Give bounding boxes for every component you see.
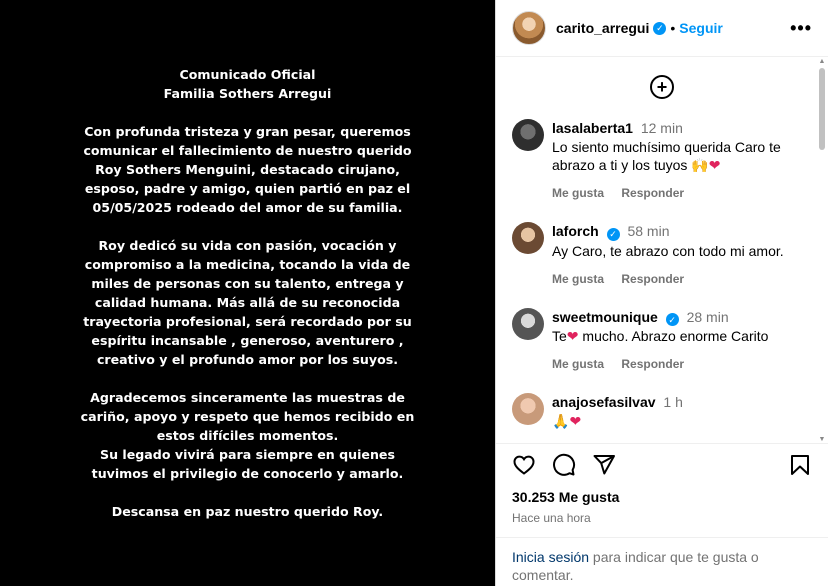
commenter-avatar[interactable] [512,307,544,340]
comment-item: sweetmounique ✓ 28 min Te❤ mucho. Abrazo… [496,307,828,374]
comment-username[interactable]: anajosefasilvav [552,394,656,410]
comment-icon[interactable] [552,453,576,477]
share-icon[interactable] [592,453,616,477]
comment-text-part: Te [552,328,567,344]
statement-paragraph-2: Roy dedicó su vida con pasión, vocación … [83,238,412,367]
scrollbar[interactable]: ▲ ▼ [818,58,826,444]
comment-text: 🙏❤ [552,412,812,430]
post-time: Hace una hora [512,511,591,525]
heart-emoji: ❤ [566,328,579,344]
post-image: Comunicado Oficial Familia Sothers Arreg… [0,0,495,586]
verified-icon: ✓ [606,227,620,241]
comment-text: Ay Caro, te abrazo con todo mi amor. [552,242,784,259]
comments-list[interactable]: + lasalaberta1 12 min Lo siento muchísim… [496,57,828,443]
commenter-avatar[interactable] [512,222,544,254]
scroll-up-icon[interactable]: ▲ [818,58,826,66]
statement-paragraph-3: Agradecemos sinceramente las muestras de… [80,390,415,481]
login-link[interactable]: Inicia sesión [512,549,589,565]
comment-like-link[interactable]: Me gusta [552,186,604,200]
comment-time: 58 min [627,223,670,239]
comment-time: 12 min [640,120,683,136]
follow-button[interactable]: Seguir [679,20,723,36]
comment-text-part: mucho. Abrazo enorme Carito [578,328,769,344]
commenter-avatar[interactable] [512,119,544,151]
plus-circle-icon[interactable]: + [650,75,674,99]
comment-text: Lo siento muchísimo querida Caro te abra… [552,138,812,174]
comment-username[interactable]: sweetmounique [552,309,658,325]
comment-reply-link[interactable]: Responder [621,272,684,286]
separator-dot: • [670,20,676,36]
comment-reply-link[interactable]: Responder [621,186,684,200]
likes-count[interactable]: 30.253 Me gusta [496,485,828,505]
heart-emoji: ❤ [708,157,721,173]
commenter-avatar[interactable] [512,393,544,425]
emoji: 🙏 [552,413,570,429]
comment-time: 28 min [686,308,729,325]
more-icon[interactable]: ••• [790,18,812,39]
comment-like-link[interactable]: Me gusta [552,357,604,371]
comment-reply-link[interactable]: Responder [621,357,684,371]
heart-icon[interactable] [512,453,536,477]
statement-text: Comunicado Oficial Familia Sothers Arreg… [48,65,448,521]
heart-emoji: ❤ [569,413,582,429]
comment-item: laforch ✓ 58 min Ay Caro, te abrazo con … [496,222,828,288]
comment-time: 1 h [663,394,683,410]
comment-item: anajosefasilvav 1 h 🙏❤ [496,393,828,430]
author-avatar[interactable] [512,11,546,45]
statement-title: Comunicado Oficial Familia Sothers Arreg… [163,67,332,101]
post-header: carito_arregui ✓ • Seguir ••• [496,0,828,57]
post-side-panel: carito_arregui ✓ • Seguir ••• + lasalabe… [495,0,828,586]
post-actions-bar [496,443,828,485]
scroll-down-icon[interactable]: ▼ [818,436,826,444]
verified-icon: ✓ [653,21,667,35]
login-prompt: Inicia sesión para indicar que te gusta … [496,537,828,586]
save-icon[interactable] [788,453,812,477]
statement-paragraph-4: Descansa en paz nuestro querido Roy. [111,504,384,519]
comment-username[interactable]: lasalaberta1 [552,120,633,136]
author-username[interactable]: carito_arregui [556,20,649,36]
comment-text-part: Lo siento muchísimo querida Caro te abra… [552,139,781,173]
comment-item: lasalaberta1 12 min Lo siento muchísimo … [496,119,828,202]
verified-icon: ✓ [665,313,679,326]
comment-username[interactable]: laforch [552,223,599,239]
statement-paragraph-1: Con profunda tristeza y gran pesar, quer… [83,124,412,215]
comment-like-link[interactable]: Me gusta [552,272,604,286]
scrollbar-thumb[interactable] [819,68,825,150]
emoji: 🙌 [691,157,709,173]
comment-text: Te❤ mucho. Abrazo enorme Carito [552,327,812,345]
